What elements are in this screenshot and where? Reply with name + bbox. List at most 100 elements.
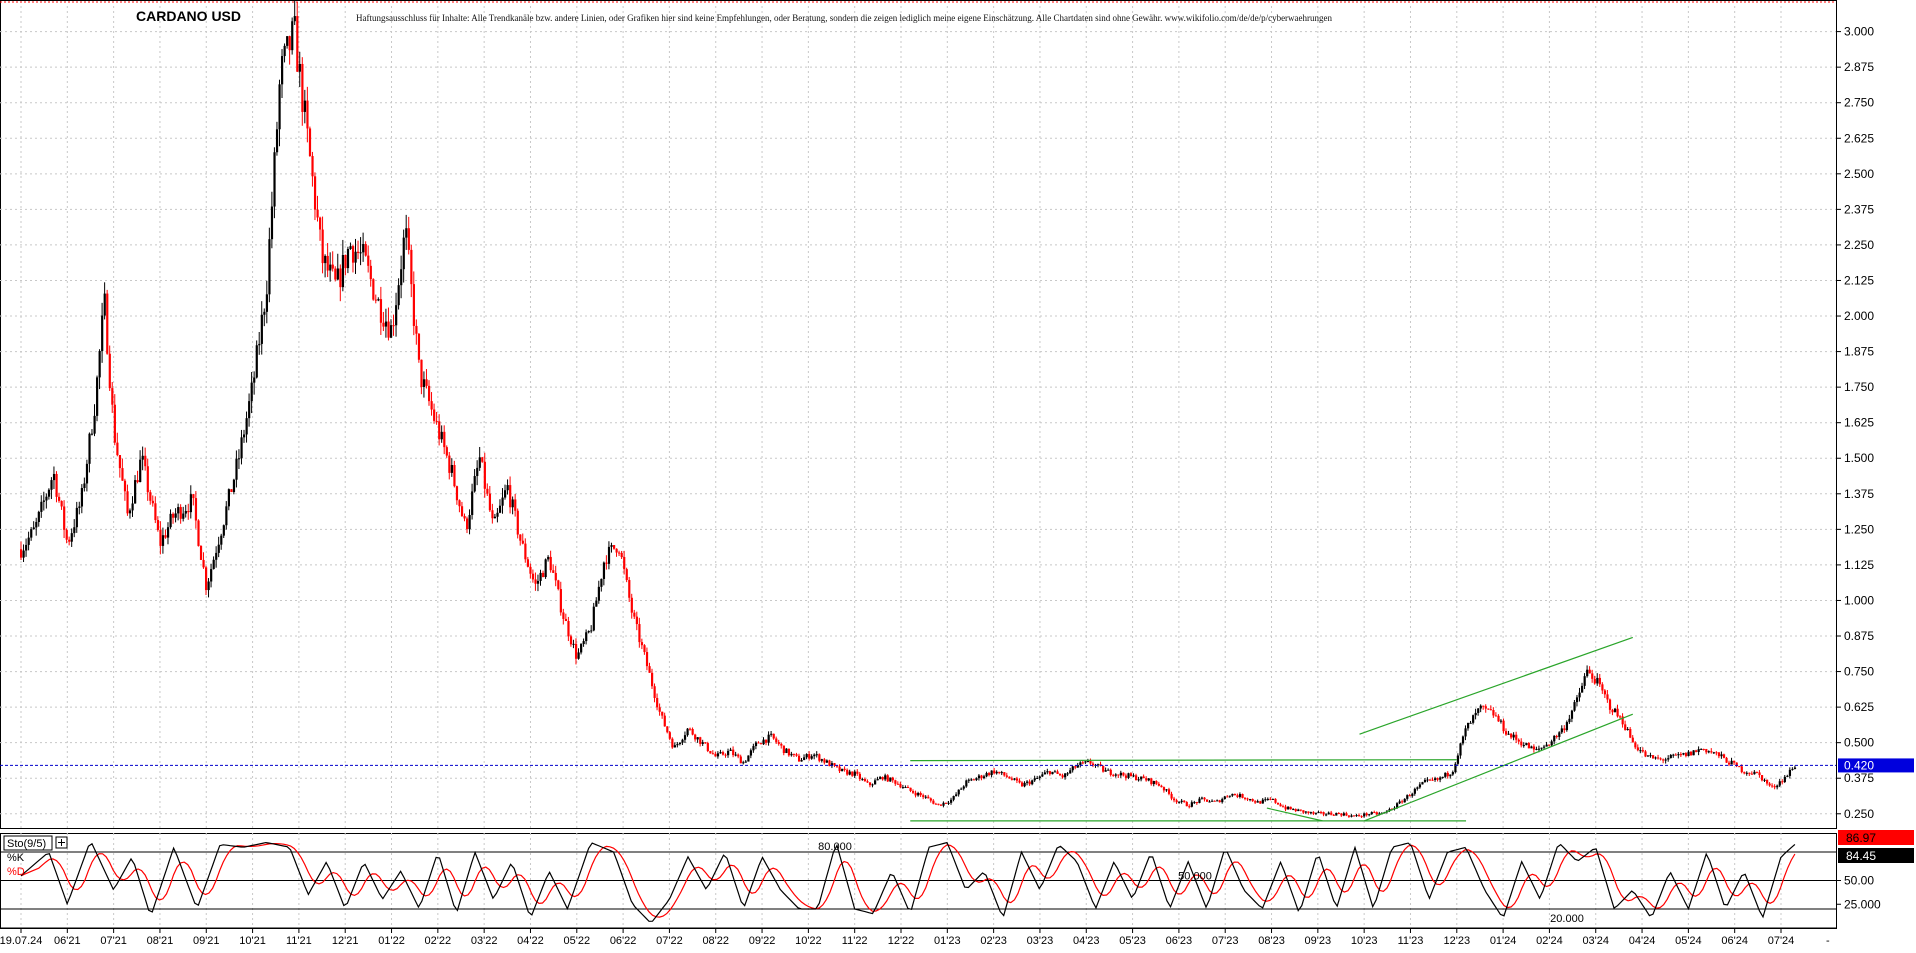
candle-up xyxy=(293,16,296,22)
x-tick-label: 07'23 xyxy=(1212,935,1239,947)
candle-down xyxy=(1408,795,1411,797)
candle-down xyxy=(1598,677,1601,685)
candle-up xyxy=(1026,781,1029,783)
x-tick-label: 04'22 xyxy=(517,935,544,947)
x-tick-label: 07'22 xyxy=(656,935,683,947)
x-tick-label: 10'21 xyxy=(239,935,266,947)
candle-down xyxy=(306,100,309,129)
trendline xyxy=(910,759,1457,762)
candle-down xyxy=(1112,774,1115,776)
candle-up xyxy=(1041,774,1044,777)
y-tick-label: 2.750 xyxy=(1844,96,1874,110)
candle-up xyxy=(547,556,550,560)
candle-down xyxy=(732,749,735,756)
candle-up xyxy=(1043,772,1046,775)
y-tick-label: 2.375 xyxy=(1844,202,1874,216)
candle-up xyxy=(1406,795,1409,799)
candle-down xyxy=(1205,799,1209,802)
candle-up xyxy=(1543,746,1546,748)
candle-up xyxy=(75,507,78,528)
candle-up xyxy=(1745,772,1748,774)
candle-down xyxy=(1233,793,1237,796)
candle-down xyxy=(612,545,616,549)
candle-down xyxy=(1203,797,1206,800)
candle-up xyxy=(1720,754,1723,757)
candle-down xyxy=(1003,772,1006,776)
candle-up xyxy=(1692,750,1695,756)
candle-up xyxy=(965,780,968,787)
stochastic-d-legend: %D xyxy=(7,866,25,878)
candle-up xyxy=(1064,773,1067,778)
candle-up xyxy=(673,745,677,748)
y-tick-label: 0.875 xyxy=(1844,629,1874,643)
x-tick-label: 09'22 xyxy=(749,935,776,947)
candle-up xyxy=(324,255,327,264)
candle-up xyxy=(1788,769,1792,776)
candle-up xyxy=(291,21,294,51)
x-tick-label: 12'21 xyxy=(332,935,359,947)
candle-down xyxy=(1446,772,1449,777)
candle-up xyxy=(1439,777,1442,780)
candle-down xyxy=(944,802,948,804)
candle-up xyxy=(678,742,682,745)
candle-up xyxy=(1208,801,1211,803)
candle-down xyxy=(858,773,861,780)
candle-up xyxy=(1426,779,1429,781)
candle-down xyxy=(737,754,740,757)
candle-down xyxy=(1330,812,1333,815)
candle-up xyxy=(1626,729,1629,731)
candle-up xyxy=(42,500,46,502)
candle-down xyxy=(912,791,915,793)
candle-up xyxy=(250,382,253,402)
candle-up xyxy=(1013,778,1016,780)
x-tick-label: 01'23 xyxy=(934,935,961,947)
candle-up xyxy=(683,735,687,740)
candle-up xyxy=(30,529,33,538)
candle-down xyxy=(1591,673,1594,679)
candle-down xyxy=(1236,795,1239,797)
candle-down xyxy=(154,503,157,521)
candle-up xyxy=(1216,800,1219,802)
candle-up xyxy=(1398,801,1401,804)
candle-up xyxy=(504,490,507,498)
candle-up xyxy=(861,779,864,781)
candle-down xyxy=(1629,729,1632,738)
candle-down xyxy=(615,548,618,553)
candle-up xyxy=(982,776,986,779)
candle-down xyxy=(1401,801,1404,803)
candle-up xyxy=(770,733,773,735)
candle-up xyxy=(1672,754,1675,756)
candle-down xyxy=(922,795,925,798)
candle-down xyxy=(524,543,527,560)
candle-up xyxy=(1778,781,1781,786)
candle-down xyxy=(628,580,631,598)
candle-down xyxy=(1502,720,1505,732)
candle-down xyxy=(1142,776,1145,779)
candle-down xyxy=(151,500,154,504)
candle-up xyxy=(1325,814,1328,816)
candle-up xyxy=(924,796,927,798)
candle-up xyxy=(265,294,269,312)
candle-down xyxy=(519,534,522,541)
candle-up xyxy=(1550,741,1553,746)
candle-up xyxy=(473,476,476,492)
x-axis-scroll-marker: - xyxy=(1826,935,1830,947)
candle-up xyxy=(1416,787,1419,789)
main-panel-frame xyxy=(0,0,1837,829)
candle-down xyxy=(656,697,659,708)
candle-up xyxy=(166,527,170,538)
candle-down xyxy=(914,792,917,796)
candle-down xyxy=(118,455,122,469)
candle-down xyxy=(1702,748,1705,750)
candle-up xyxy=(825,760,829,763)
candle-down xyxy=(65,529,68,540)
disclaimer-text: Haftungsausschluss für Inhalte: Alle Tre… xyxy=(356,13,1333,23)
candle-up xyxy=(1000,772,1003,774)
candle-down xyxy=(1436,778,1439,780)
candle-up xyxy=(103,293,106,316)
candle-down xyxy=(435,420,438,422)
candle-down xyxy=(194,498,198,521)
candle-down xyxy=(567,621,570,637)
candle-down xyxy=(417,333,421,360)
candle-up xyxy=(349,246,352,249)
